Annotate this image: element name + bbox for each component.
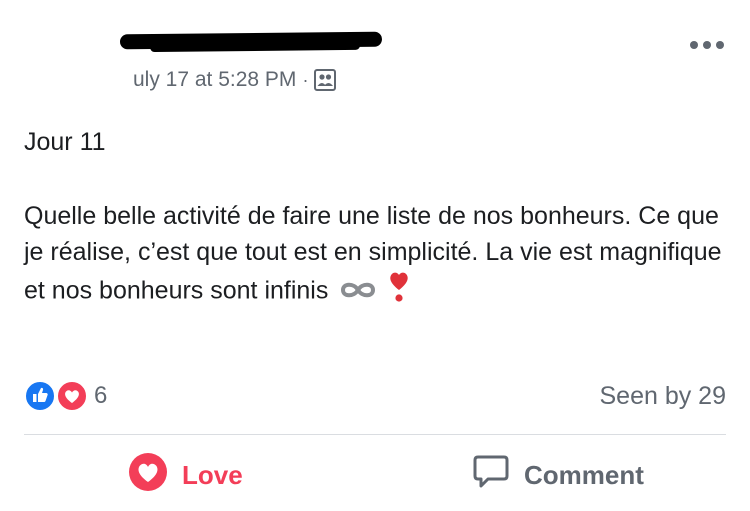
love-button-label: Love: [182, 459, 243, 490]
reaction-icons: [24, 380, 90, 412]
meta-separator: ·: [302, 69, 309, 90]
post-timestamp[interactable]: uly 17 at 5:28 PM: [133, 68, 296, 92]
post-day-label: Jour 11: [24, 128, 106, 156]
post-meta: uly 17 at 5:28 PM ·: [133, 66, 337, 94]
reactions-summary[interactable]: 6: [24, 380, 107, 412]
love-button[interactable]: Love: [128, 450, 243, 500]
post-body: Quelle belle activité de faire une liste…: [24, 198, 724, 314]
post-card: uly 17 at 5:28 PM · Jour 11 Quelle belle…: [0, 0, 750, 511]
love-icon: [56, 380, 88, 412]
author-name-redacted: [119, 31, 383, 50]
heart-exclamation-icon: [388, 270, 410, 314]
like-icon: [24, 380, 56, 412]
group-icon[interactable]: [314, 69, 337, 91]
seen-by-count[interactable]: Seen by 29: [600, 380, 727, 412]
reaction-count[interactable]: 6: [94, 382, 107, 410]
comment-icon: [472, 453, 510, 498]
divider: [24, 434, 726, 435]
comment-button[interactable]: Comment: [472, 450, 644, 500]
infinity-icon: [339, 274, 377, 310]
love-icon: [128, 452, 168, 499]
comment-button-label: Comment: [524, 459, 644, 490]
more-options-icon[interactable]: [690, 36, 724, 54]
